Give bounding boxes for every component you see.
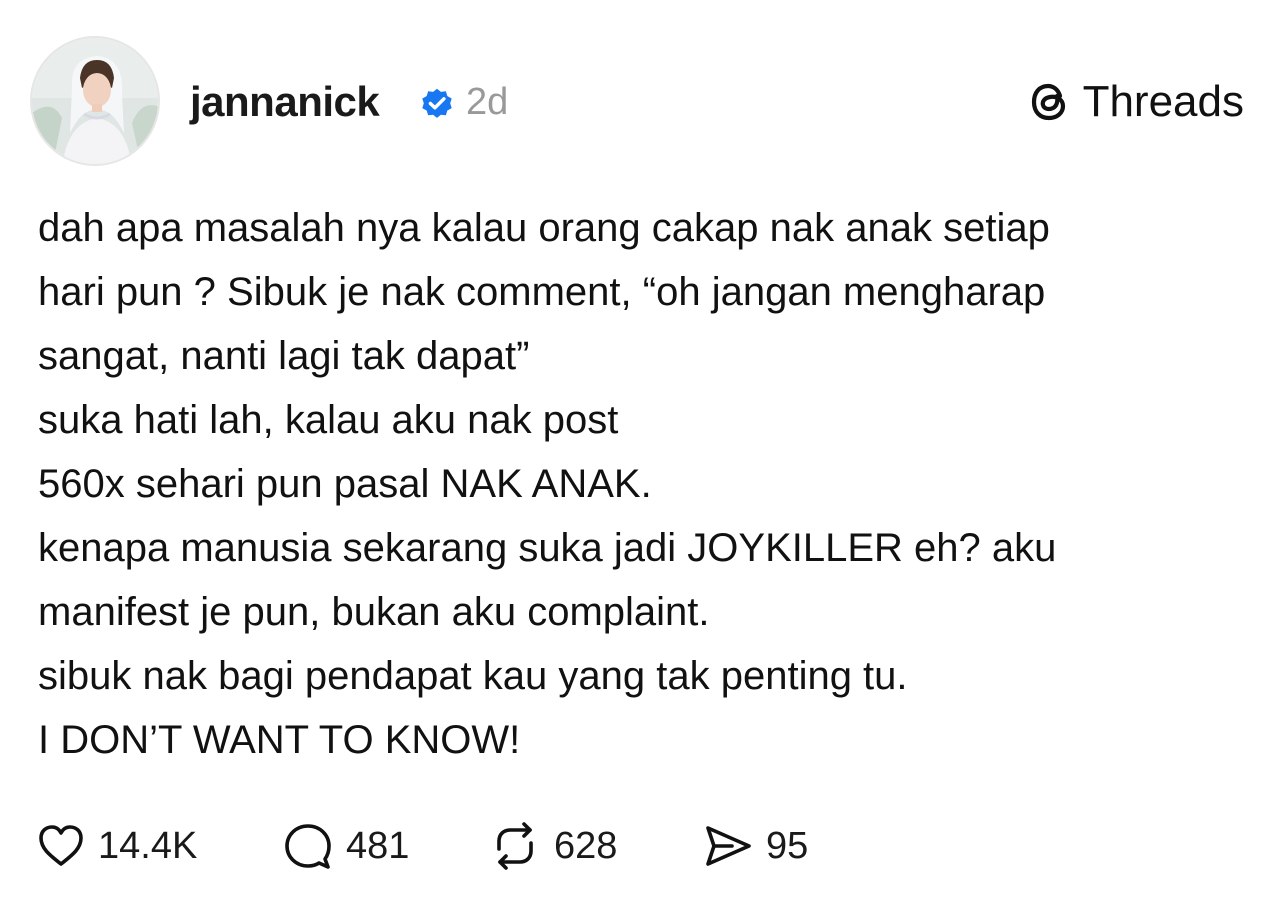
post-text-line: kenapa manusia sekarang suka jadi JOYKIL… bbox=[38, 526, 1057, 570]
heart-icon bbox=[39, 825, 83, 866]
verified-badge-icon bbox=[422, 88, 452, 118]
post-text-line: suka hati lah, kalau aku nak post bbox=[38, 398, 619, 442]
share-count: 95 bbox=[766, 825, 809, 867]
post-time: 2d bbox=[466, 81, 509, 123]
send-icon bbox=[706, 826, 751, 866]
threads-brand: Threads bbox=[1025, 74, 1244, 130]
post-text-line: sangat, nanti lagi tak dapat” bbox=[38, 334, 530, 378]
share-button[interactable]: 95 bbox=[702, 818, 808, 874]
threads-brand-label: Threads bbox=[1082, 77, 1244, 126]
username[interactable]: jannanick bbox=[190, 76, 380, 128]
post-body: dah apa masalah nya kalau orang cakap na… bbox=[38, 196, 1258, 772]
post-text-line: sibuk nak bagi pendapat kau yang tak pen… bbox=[38, 654, 908, 698]
like-button[interactable]: 14.4K bbox=[36, 818, 197, 874]
post-text-line: hari pun ? Sibuk je nak comment, “oh jan… bbox=[38, 270, 1046, 314]
threads-logo-icon bbox=[1031, 83, 1065, 121]
post-text-line: manifest je pun, bukan aku complaint. bbox=[38, 590, 710, 634]
repost-count: 628 bbox=[554, 825, 618, 867]
comment-button[interactable]: 481 bbox=[282, 818, 409, 874]
post-text-line: 560x sehari pun pasal NAK ANAK. bbox=[38, 462, 652, 506]
post-text-line: dah apa masalah nya kalau orang cakap na… bbox=[38, 206, 1050, 250]
avatar-photo bbox=[32, 38, 158, 164]
like-count: 14.4K bbox=[98, 825, 198, 867]
post-text-line: I DON’T WANT TO KNOW! bbox=[38, 718, 521, 762]
comment-count: 481 bbox=[346, 825, 410, 867]
threads-post: jannanick 2d Threads dah apa masalah nya… bbox=[0, 0, 1280, 906]
repost-button[interactable]: 628 bbox=[488, 818, 617, 874]
comment-bubble-icon bbox=[285, 824, 331, 869]
avatar[interactable] bbox=[30, 36, 160, 166]
repost-icon bbox=[497, 822, 533, 870]
